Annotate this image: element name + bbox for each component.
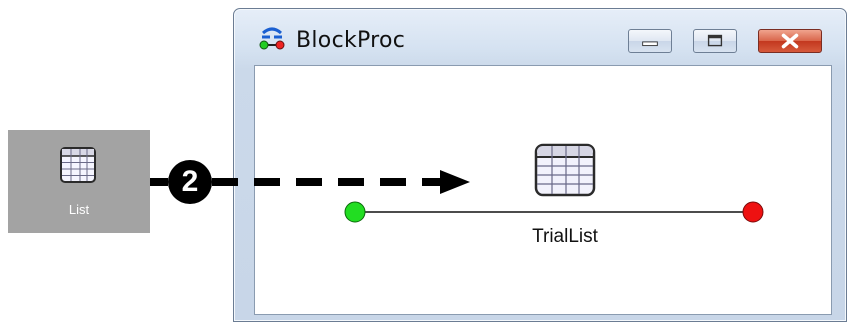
window-titlebar[interactable]: BlockProc [234,9,846,61]
screenshot-page: List BlockProc TrialList 2 [0,0,853,325]
close-icon [781,33,799,49]
blockproc-flow-icon [259,27,285,50]
minimize-button[interactable] [628,29,672,53]
blockproc-window: BlockProc TrialList [233,8,847,322]
trial-list-node-icon[interactable] [533,142,597,198]
timeline-end-node[interactable] [742,201,764,223]
close-button[interactable] [758,29,822,53]
list-toolbar-tile[interactable]: List [8,130,150,233]
list-tile-label: List [68,202,90,217]
maximize-button[interactable] [693,29,737,53]
window-title: BlockProc [296,28,406,53]
maximize-icon [707,34,723,47]
step-number-badge: 2 [168,160,212,204]
timeline-start-node[interactable] [344,201,366,223]
trial-list-node-label[interactable]: TrialList [513,226,617,248]
minimize-icon [642,41,658,47]
block-canvas[interactable]: TrialList [254,65,832,315]
list-table-icon [60,147,96,183]
